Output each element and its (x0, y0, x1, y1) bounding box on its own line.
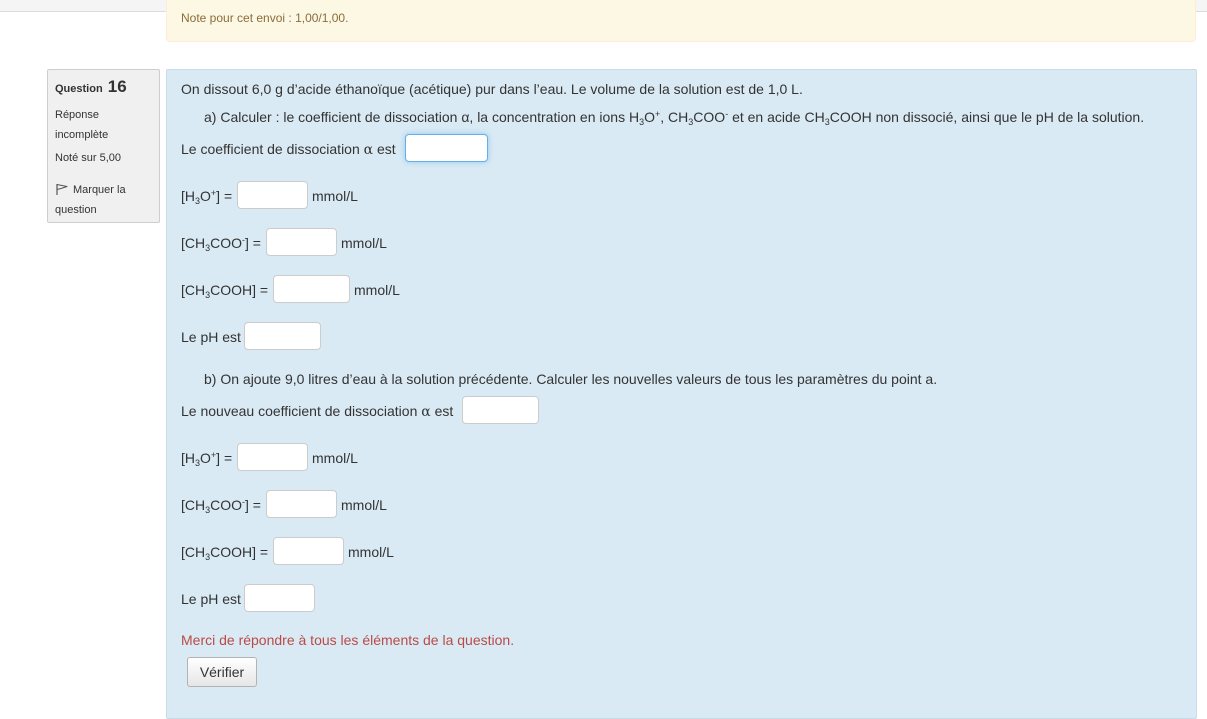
part-b-alpha-input[interactable] (462, 396, 539, 424)
part-a-acid-unit: mmol/L (354, 282, 400, 298)
part-b-h3o-unit: mmol/L (312, 450, 358, 466)
part-a-acetate-unit: mmol/L (341, 235, 387, 251)
part-b-alpha-label-text: Le nouveau coefficient de dissociation (181, 403, 422, 419)
part-a-prompt-prefix: a) Calculer : le coefficient de dissocia… (204, 109, 629, 125)
question-number: Question 16 (55, 77, 127, 97)
part-b-prompt: b) On ajoute 9,0 litres d’eau à la solut… (204, 371, 938, 387)
part-b-acetate-input[interactable] (266, 490, 337, 518)
alpha-symbol: α (363, 142, 374, 158)
part-b-acetate-label-suffix: ] = (245, 497, 261, 513)
part-b-alpha-label: Le nouveau coefficient de dissociation α… (181, 402, 453, 421)
part-a-prompt: a) Calculer : le coefficient de dissocia… (204, 109, 1145, 127)
question-intro: On dissout 6,0 g d’acide éthanoïque (acé… (181, 81, 803, 97)
part-b-ph-input[interactable] (244, 584, 315, 612)
part-a-acetate-label: [CH3COO-] = (181, 235, 261, 253)
flag-question-link[interactable]: Marquer la question (55, 180, 155, 220)
validation-error: Merci de répondre à tous les éléments de… (181, 632, 515, 648)
previous-question-feedback: Note pour cet envoi : 1,00/1,00. (166, 0, 1196, 42)
part-b-acid-input[interactable] (273, 537, 344, 565)
question-state: Réponse incomplète (55, 109, 109, 141)
part-a-h3o-label: [H3O+] = (181, 188, 233, 206)
question-info-panel: Question 16 Réponse incomplète Noté sur … (47, 69, 160, 223)
part-a-acetate-label-suffix: ] = (245, 235, 261, 251)
part-b-acetate-unit: mmol/L (341, 497, 387, 513)
part-a-h3o-unit: mmol/L (312, 188, 358, 204)
question-label: Question (55, 83, 103, 95)
part-b-acetate-label: [CH3COO-] = (181, 497, 261, 515)
part-a-alpha-input[interactable] (405, 134, 488, 162)
part-b-h3o-label: [H3O+] = (181, 450, 233, 468)
question-grade: Noté sur 5,00 (55, 152, 122, 164)
question-number-value: 16 (107, 77, 127, 96)
alpha-symbol: α (421, 404, 431, 420)
flag-icon (56, 184, 68, 195)
question-formulation: On dissout 6,0 g d’acide éthanoïque (acé… (166, 69, 1197, 719)
part-a-h3o-label-suffix: ] = (216, 188, 233, 204)
part-b-h3o-input[interactable] (237, 443, 308, 471)
part-a-ph-label: Le pH est (181, 329, 241, 345)
part-b-acid-label: [CH3COOH] = (181, 544, 269, 562)
part-a-alpha-suffix: est (373, 141, 396, 157)
part-b-ph-label: Le pH est (181, 591, 241, 607)
part-a-prompt-sep: , (660, 109, 669, 125)
part-a-prompt-suffix: non dissocié, ainsi que le pH de la solu… (871, 109, 1145, 125)
part-a-alpha-label-text: Le coefficient de dissociation (181, 141, 364, 157)
part-b-h3o-label-suffix: ] = (216, 450, 233, 466)
check-button[interactable]: Vérifier (187, 657, 257, 687)
part-a-acid-label: [CH3COOH] = (181, 282, 269, 300)
part-a-ph-input[interactable] (244, 322, 321, 350)
part-b-alpha-suffix: est (430, 403, 454, 419)
part-b-acid-unit: mmol/L (348, 544, 394, 560)
part-a-h3o-input[interactable] (237, 181, 308, 209)
part-a-acetate-input[interactable] (266, 228, 337, 256)
previous-grade-text: Note pour cet envoi : 1,00/1,00. (181, 11, 349, 25)
part-a-prompt-mid: et en acide (728, 109, 805, 125)
part-a-acid-input[interactable] (273, 275, 350, 303)
part-a-alpha-label: Le coefficient de dissociation α est (181, 140, 396, 159)
